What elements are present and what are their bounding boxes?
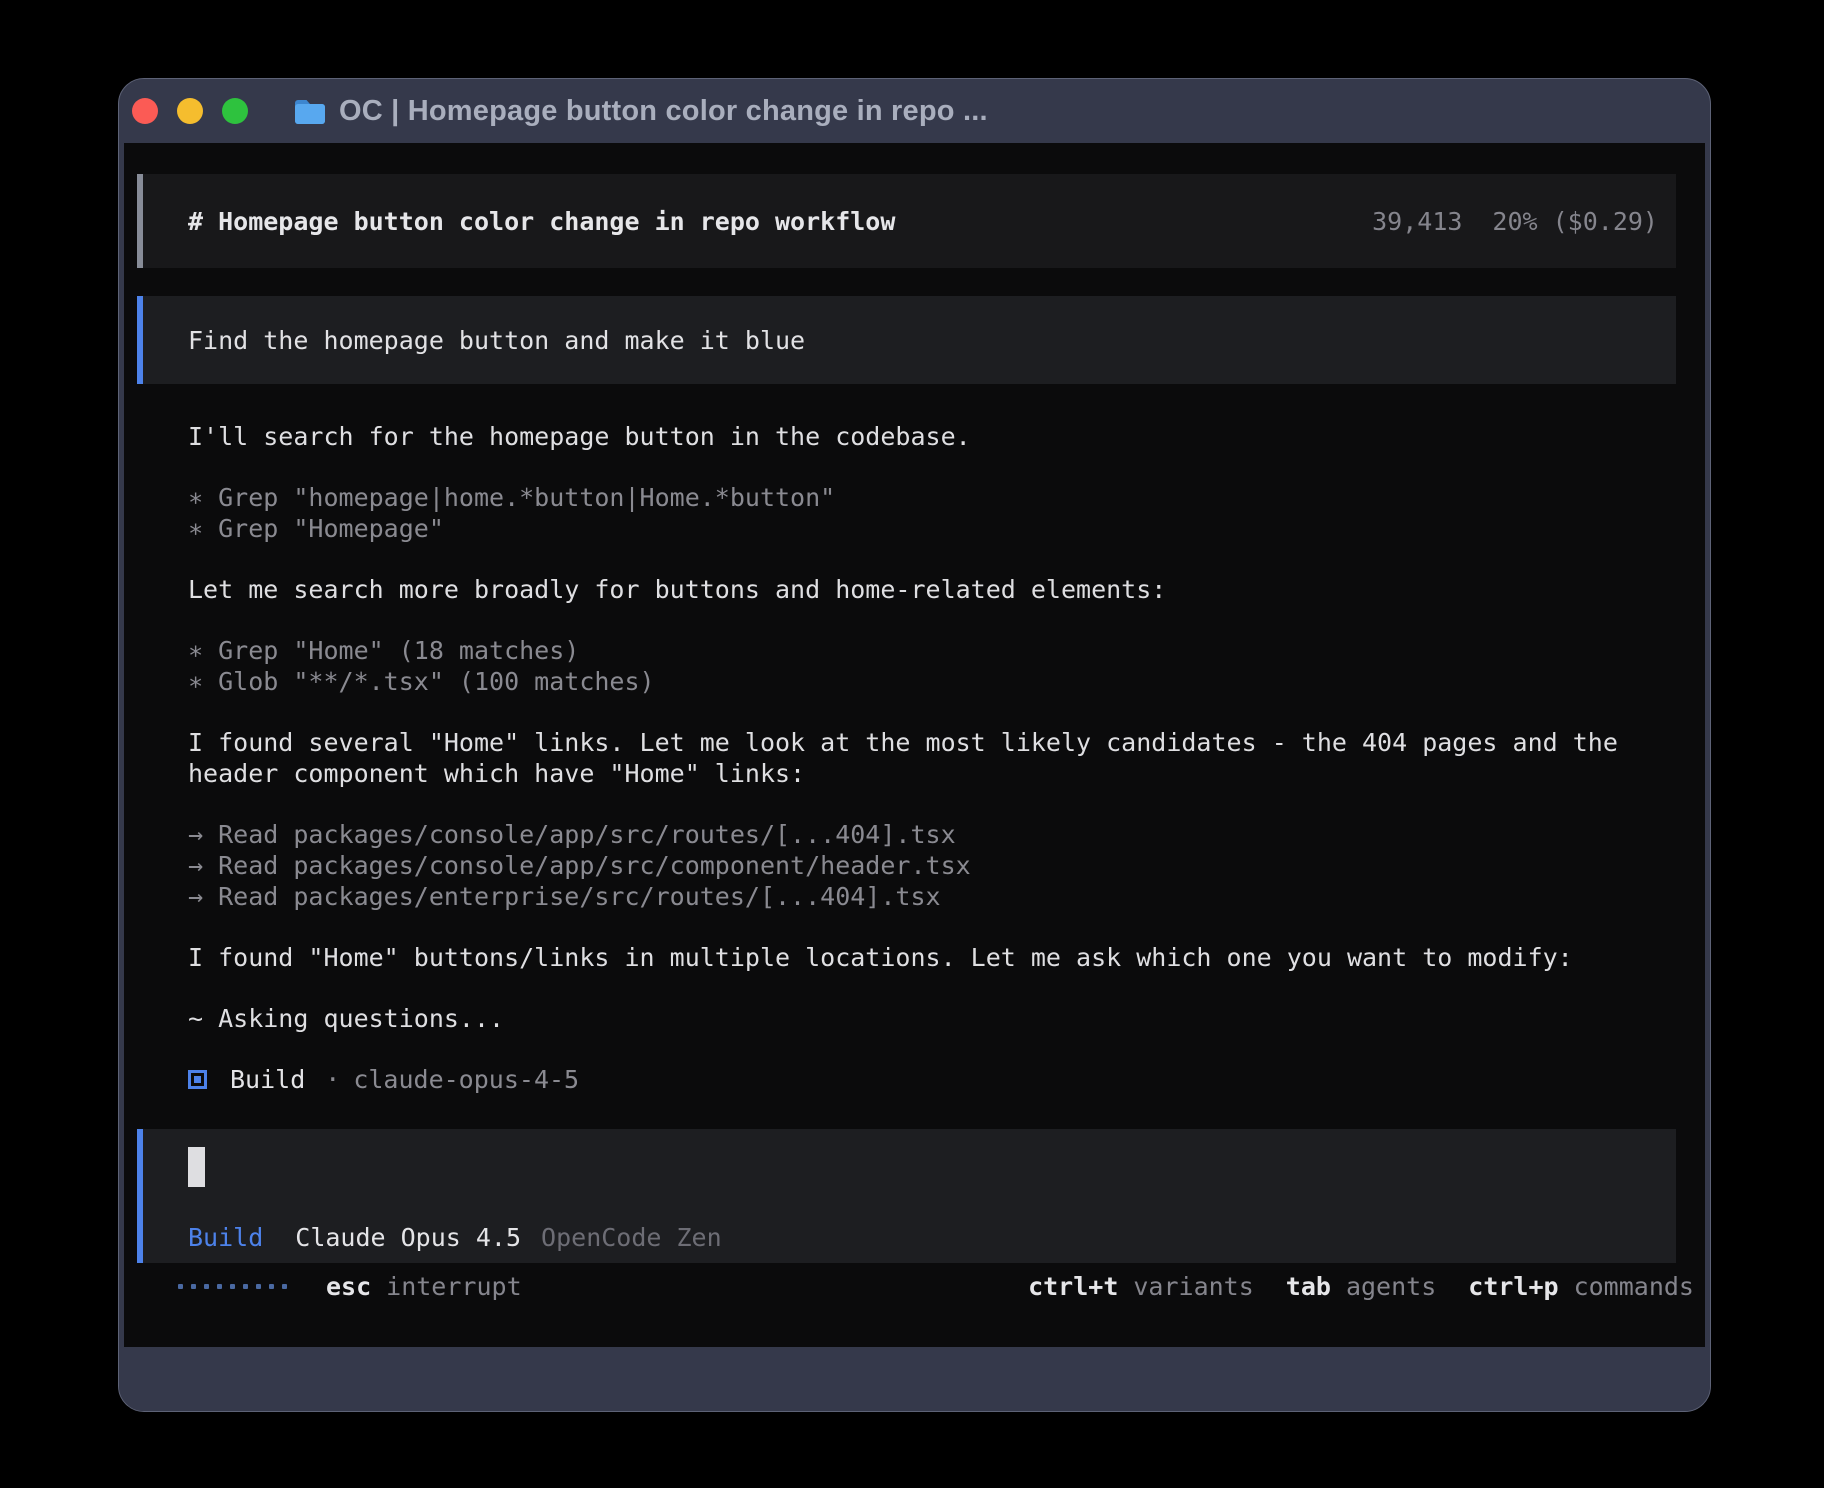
tool-call-line: ∗ Grep "Homepage"	[188, 513, 1705, 544]
close-button[interactable]	[132, 98, 158, 124]
spinner-dot	[269, 1284, 274, 1289]
agent-task-icon	[188, 1070, 207, 1089]
window-bottom-bar	[119, 1347, 1710, 1411]
title-group: OC | Homepage button color change in rep…	[294, 95, 988, 128]
spinner-dot	[204, 1284, 209, 1289]
spinner-dot	[282, 1284, 287, 1289]
text-cursor	[188, 1147, 205, 1187]
assistant-text-line: I'll search for the homepage button in t…	[188, 421, 1705, 452]
tool-call-line: ∗ Glob "**/*.tsx" (100 matches)	[188, 666, 1705, 697]
hint-label: agents	[1346, 1272, 1436, 1301]
hint-key: ctrl+t	[1028, 1272, 1118, 1301]
keyboard-hint-ctrl-t: ctrl+t variants	[1028, 1272, 1254, 1301]
keyboard-hint-ctrl-p: ctrl+p commands	[1468, 1272, 1694, 1301]
transcript-block-agent: Build · claude-opus-4-5	[188, 1064, 1705, 1095]
transcript-block-tools: → Read packages/console/app/src/routes/[…	[188, 819, 1705, 912]
zoom-button[interactable]	[222, 98, 248, 124]
spinner-dot	[217, 1284, 222, 1289]
hint-label: variants	[1133, 1272, 1253, 1301]
assistant-text-line: I found "Home" buttons/links in multiple…	[188, 942, 1705, 973]
user-message: Find the homepage button and make it blu…	[137, 296, 1676, 384]
context-usage-cost: 20% ($0.29)	[1492, 207, 1658, 236]
spinner-dots	[178, 1284, 287, 1289]
hint-label: commands	[1574, 1272, 1694, 1301]
transcript-block-tools: ∗ Grep "homepage|home.*button|Home.*butt…	[188, 482, 1705, 544]
agent-task-name: Build	[230, 1065, 305, 1094]
terminal-window: OC | Homepage button color change in rep…	[118, 78, 1711, 1412]
agent-model-name: claude-opus-4-5	[353, 1065, 579, 1094]
transcript-block-text: Let me search more broadly for buttons a…	[188, 574, 1705, 605]
spinner-dot	[256, 1284, 261, 1289]
tool-call-line: → Read packages/console/app/src/routes/[…	[188, 819, 1705, 850]
window-title: OC | Homepage button color change in rep…	[339, 95, 988, 128]
transcript-block-text: I'll search for the homepage button in t…	[188, 421, 1705, 452]
transcript-block-text: I found several "Home" links. Let me loo…	[188, 727, 1705, 789]
hint-key: esc	[326, 1272, 371, 1301]
agent-mode-label[interactable]: Build	[188, 1223, 263, 1252]
session-title: # Homepage button color change in repo w…	[188, 207, 895, 236]
spinner-dot	[191, 1284, 196, 1289]
transcript-block-text: ~ Asking questions...	[188, 1003, 1705, 1034]
spinner-dot	[230, 1284, 235, 1289]
transcript-block-text: I found "Home" buttons/links in multiple…	[188, 942, 1705, 973]
keyboard-hints-left: esc interrupt	[326, 1272, 522, 1301]
tool-call-line: → Read packages/console/app/src/componen…	[188, 850, 1705, 881]
folder-icon	[294, 98, 326, 125]
transcript: I'll search for the homepage button in t…	[188, 421, 1705, 1095]
session-header: # Homepage button color change in repo w…	[137, 174, 1676, 268]
input-meta: Build Claude Opus 4.5 OpenCode Zen	[188, 1222, 722, 1253]
hint-label: interrupt	[386, 1272, 521, 1301]
prompt-input[interactable]: Build Claude Opus 4.5 OpenCode Zen	[137, 1129, 1676, 1263]
keyboard-hint-esc: esc interrupt	[326, 1272, 522, 1301]
minimize-button[interactable]	[177, 98, 203, 124]
model-label[interactable]: Claude Opus 4.5	[295, 1223, 521, 1252]
tool-call-line: ∗ Grep "Home" (18 matches)	[188, 635, 1705, 666]
transcript-block-tools: ∗ Grep "Home" (18 matches)∗ Glob "**/*.t…	[188, 635, 1705, 697]
window-titlebar[interactable]: OC | Homepage button color change in rep…	[119, 79, 1710, 143]
spinner-dot	[243, 1284, 248, 1289]
provider-label: OpenCode Zen	[541, 1223, 722, 1252]
hint-key: tab	[1286, 1272, 1331, 1301]
assistant-text-line: header component which have "Home" links…	[188, 758, 1705, 789]
spinner-dot	[178, 1284, 183, 1289]
hint-key: ctrl+p	[1468, 1272, 1558, 1301]
assistant-text-line: ~ Asking questions...	[188, 1003, 1705, 1034]
keyboard-hints-right: ctrl+t variants tab agents ctrl+p commands	[1028, 1272, 1694, 1301]
tool-call-line: → Read packages/enterprise/src/routes/[.…	[188, 881, 1705, 912]
tool-call-line: ∗ Grep "homepage|home.*button|Home.*butt…	[188, 482, 1705, 513]
terminal-content: # Homepage button color change in repo w…	[124, 143, 1705, 1347]
assistant-text-line: I found several "Home" links. Let me loo…	[188, 727, 1705, 758]
token-count: 39,413	[1372, 207, 1462, 236]
agent-separator: ·	[325, 1065, 340, 1094]
session-stats: 39,413 20% ($0.29)	[1372, 207, 1658, 236]
status-bar: escinterrupt ctrl+tvariantstabagentsctrl…	[178, 1271, 1694, 1302]
keyboard-hint-tab: tab agents	[1286, 1272, 1436, 1301]
assistant-text-line: Let me search more broadly for buttons a…	[188, 574, 1705, 605]
user-message-text: Find the homepage button and make it blu…	[188, 326, 805, 355]
